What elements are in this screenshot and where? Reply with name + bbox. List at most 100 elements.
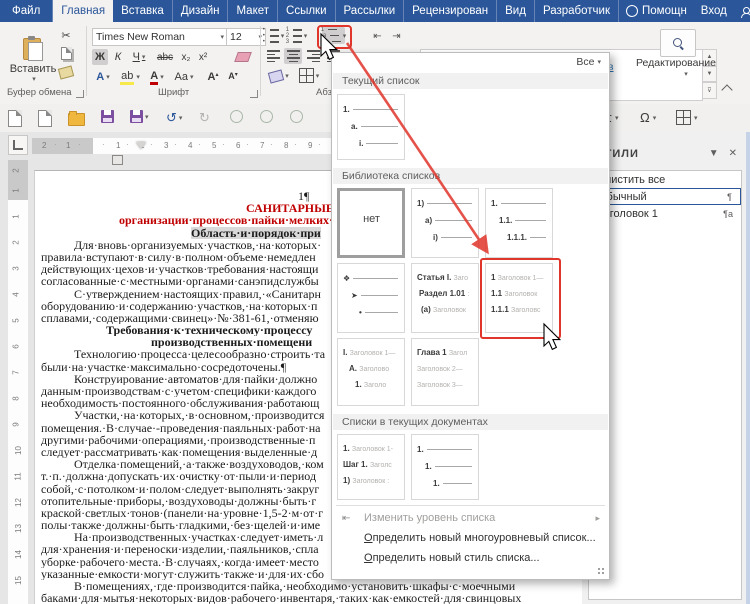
font-dialog-launcher[interactable] [250,90,258,98]
tab-3[interactable]: Дизайн [173,0,229,22]
circle-icon [260,110,273,123]
clipboard-group-label: Буфер обмена [7,87,72,98]
subscript-button[interactable]: x₂ [178,49,194,65]
gallery-more-icon[interactable]: ⊽ [702,82,717,99]
grow-font-button[interactable]: А▴ [204,69,222,85]
symbol-button[interactable]: Ω▾ [640,110,656,125]
annotation-box-gallery [480,258,561,339]
change-case-label: Аа [174,71,188,83]
save-button[interactable] [101,110,114,123]
list-style-box-4[interactable]: Статья I. ЗагоРаздел 1.01 :(a) Заголовок [411,263,479,333]
align-right-icon [307,50,320,62]
titlebar-item-1[interactable]: Вход [694,0,734,22]
tab-stop-icon [13,140,23,150]
cut-button[interactable]: ✂ [57,28,75,42]
tab-selector[interactable] [8,135,28,155]
left-indent-marker[interactable] [112,155,123,165]
section-list-library: Библиотека списков [333,168,608,184]
editing-group-label: Редактирование [636,57,716,69]
current-list-preview[interactable]: 1.a.i. [337,94,405,160]
list-style-box-0[interactable]: нет [337,188,405,258]
titlebar-item-label: Помощн [642,5,687,17]
paste-button[interactable]: Вставить ▾ [10,27,56,91]
list-style-box-3[interactable]: ❖➤• [337,263,405,333]
font-family-combo[interactable]: Times New Roman▾ [92,28,228,46]
style-item-0[interactable]: Очистить все [589,171,741,188]
document-list-box-0[interactable]: 1. Заголовок 1-Шаг 1. Заголс1) Заголовок… [337,434,405,500]
titlebar-item-0[interactable]: Помощн [619,0,694,22]
change-case-button[interactable]: Аа▾ [172,69,196,85]
qat-command-3[interactable] [290,110,303,123]
superscript-button[interactable]: x² [195,49,211,65]
lightbulb-icon [626,5,638,17]
list-filter-dropdown[interactable]: Все▾ [576,56,601,68]
eraser-icon [234,52,252,62]
table-button[interactable]: ▾ [676,110,698,125]
qat-command-1[interactable] [230,110,243,123]
document-list-box-1[interactable]: 1.1.1. [411,434,479,500]
underline-button[interactable]: Ч▾ [128,49,150,65]
tab-file[interactable]: Файл [0,0,53,22]
qat-command-2[interactable] [260,110,273,123]
window-edge [746,132,750,604]
new-blank-button[interactable] [38,110,52,127]
style-item-2[interactable]: Заголовок 1¶a [589,205,741,222]
align-left-button[interactable] [264,48,282,64]
shading-button[interactable]: ▾ [266,67,292,84]
align-right-button[interactable] [304,48,322,64]
menu-item-2[interactable]: Определить новый стиль списка... [333,548,608,568]
bullets-button[interactable]: •••▾ [263,28,284,44]
styles-pane-dropdown-icon[interactable]: ▼ [709,148,719,159]
highlight-button[interactable]: ab▾ [118,69,142,85]
font-color-button[interactable]: А▾ [146,69,168,85]
bold-button[interactable]: Ж [92,49,108,65]
list-style-box-1[interactable]: 1)a)i) [411,188,479,258]
open-button[interactable] [68,110,85,126]
list-style-box-2[interactable]: 1.1.1.1.1.1. [485,188,553,258]
decrease-indent-button[interactable]: ⇤ [369,28,386,44]
list-style-box-6[interactable]: I. Заголовок 1—A. Заголово1. Заголо [337,338,405,406]
styles-pane-close-icon[interactable]: ✕ [729,148,737,159]
borders-button[interactable]: ▾ [296,67,322,84]
tab-4[interactable]: Макет [228,0,278,22]
align-left-icon [267,50,280,62]
editing-dropdown-button[interactable]: ▾ [678,69,692,79]
titlebar-item-2[interactable]: Общий доступ [734,0,750,22]
format-painter-button[interactable] [57,64,75,78]
copy-button[interactable] [57,46,75,60]
redo-button[interactable]: ↻ [199,110,210,126]
clipboard-dialog-launcher[interactable] [76,90,84,98]
increase-indent-button[interactable]: ⇥ [388,28,405,44]
undo-button[interactable]: ↺▾ [166,110,182,126]
align-center-button[interactable] [284,48,302,64]
numbering-button[interactable]: 123▾ [286,28,307,44]
tab-9[interactable]: Разработчик [535,0,619,22]
tab-5[interactable]: Ссылки [278,0,336,22]
annotation-box-ribbon [317,25,352,49]
menu-item-1[interactable]: Определить новый многоуровневый список..… [333,528,608,548]
italic-button[interactable]: К [110,49,126,65]
save-as-button[interactable]: ▾ [130,110,149,123]
style-item-1[interactable]: Обычный¶ [589,188,741,205]
person-add-icon [741,7,750,16]
list-style-box-7[interactable]: Глава 1 ЗаголЗаголовок 2—Заголовок 3— [411,338,479,406]
tab-2[interactable]: Вставка [113,0,173,22]
circle-icon [230,110,243,123]
clear-formatting-button[interactable] [233,49,253,65]
collapse-ribbon-button[interactable] [720,84,734,96]
first-line-indent-marker[interactable] [136,142,146,154]
document-line: баками·для·мытья·некоторых·видов·рабочег… [41,592,619,604]
tab-1[interactable]: Главная [53,0,113,22]
shrink-font-button[interactable]: А▾ [224,69,242,83]
highlight-icon: ab [120,70,134,85]
text-effects-button[interactable]: А▾ [92,69,114,85]
tab-8[interactable]: Вид [497,0,535,22]
tab-6[interactable]: Рассылки [336,0,405,22]
strikethrough-button[interactable]: abc [154,49,176,65]
document-line: В·помещениях,·где·производится·пайка,·не… [41,580,619,592]
find-button[interactable] [660,29,696,57]
new-document-button[interactable] [8,110,22,127]
tab-7[interactable]: Рецензирован [404,0,497,22]
borders-icon [299,68,314,83]
dropdown-resize-grip[interactable] [598,568,606,576]
